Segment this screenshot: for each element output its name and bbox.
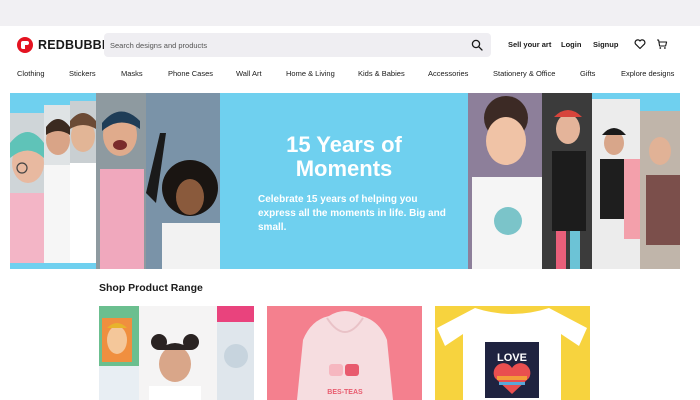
browser-top-strip	[0, 0, 700, 26]
product-card-hoodies[interactable]: BES-TEAS	[267, 306, 422, 400]
nav-item-phone-cases[interactable]: Phone Cases	[168, 69, 213, 78]
hero-photo-8	[592, 99, 640, 269]
hero-photo-4	[96, 93, 146, 269]
nav-item-gifts[interactable]: Gifts	[580, 69, 595, 78]
search-icon[interactable]	[471, 39, 483, 51]
search-input[interactable]	[110, 33, 460, 57]
nav-item-accessories[interactable]: Accessories	[428, 69, 468, 78]
hero-photo-5	[146, 93, 220, 269]
hero-photo-3	[70, 101, 96, 263]
nav-item-home-living[interactable]: Home & Living	[286, 69, 335, 78]
cart-icon[interactable]	[656, 38, 668, 50]
search-bar	[104, 33, 491, 57]
hero-photo-9	[640, 111, 680, 269]
nav-item-clothing[interactable]: Clothing	[17, 69, 45, 78]
login-link[interactable]: Login	[561, 40, 581, 49]
product-card-t-shirts[interactable]: LOVE	[435, 306, 590, 400]
nav-item-kids-babies[interactable]: Kids & Babies	[358, 69, 405, 78]
hero-subtitle: Celebrate 15 years of helping you expres…	[258, 194, 446, 233]
nav-item-wall-art[interactable]: Wall Art	[236, 69, 262, 78]
heart-icon[interactable]	[634, 38, 646, 50]
signup-link[interactable]: Signup	[593, 40, 618, 49]
nav-item-stickers[interactable]: Stickers	[69, 69, 96, 78]
tshirt-print-text: LOVE	[497, 352, 527, 364]
nav-item-explore-designs[interactable]: Explore designs	[621, 69, 674, 78]
hero-title: 15 Years of Moments	[219, 133, 469, 181]
hero-banner[interactable]	[10, 93, 680, 269]
hero-photo-7	[542, 93, 592, 269]
nav-item-stationery-office[interactable]: Stationery & Office	[493, 69, 555, 78]
hero-title-line-1: 15 Years of	[286, 132, 402, 157]
category-nav: Clothing Stickers Masks Phone Cases Wall…	[0, 64, 700, 84]
hero-photo-1	[10, 113, 44, 263]
hero-title-line-2: Moments	[295, 156, 393, 181]
hero-photo-2	[44, 105, 70, 263]
product-range-title: Shop Product Range	[99, 282, 203, 294]
redbubble-logo-icon	[17, 37, 33, 53]
product-card-stickers[interactable]	[99, 306, 254, 400]
sell-your-art-link[interactable]: Sell your art	[508, 40, 551, 49]
nav-item-masks[interactable]: Masks	[121, 69, 143, 78]
hoodie-print-text: BES-TEAS	[327, 389, 363, 396]
hero-photo-6	[468, 93, 542, 269]
site-header: REDBUBBLE Sell your art Login Signup	[0, 26, 700, 64]
